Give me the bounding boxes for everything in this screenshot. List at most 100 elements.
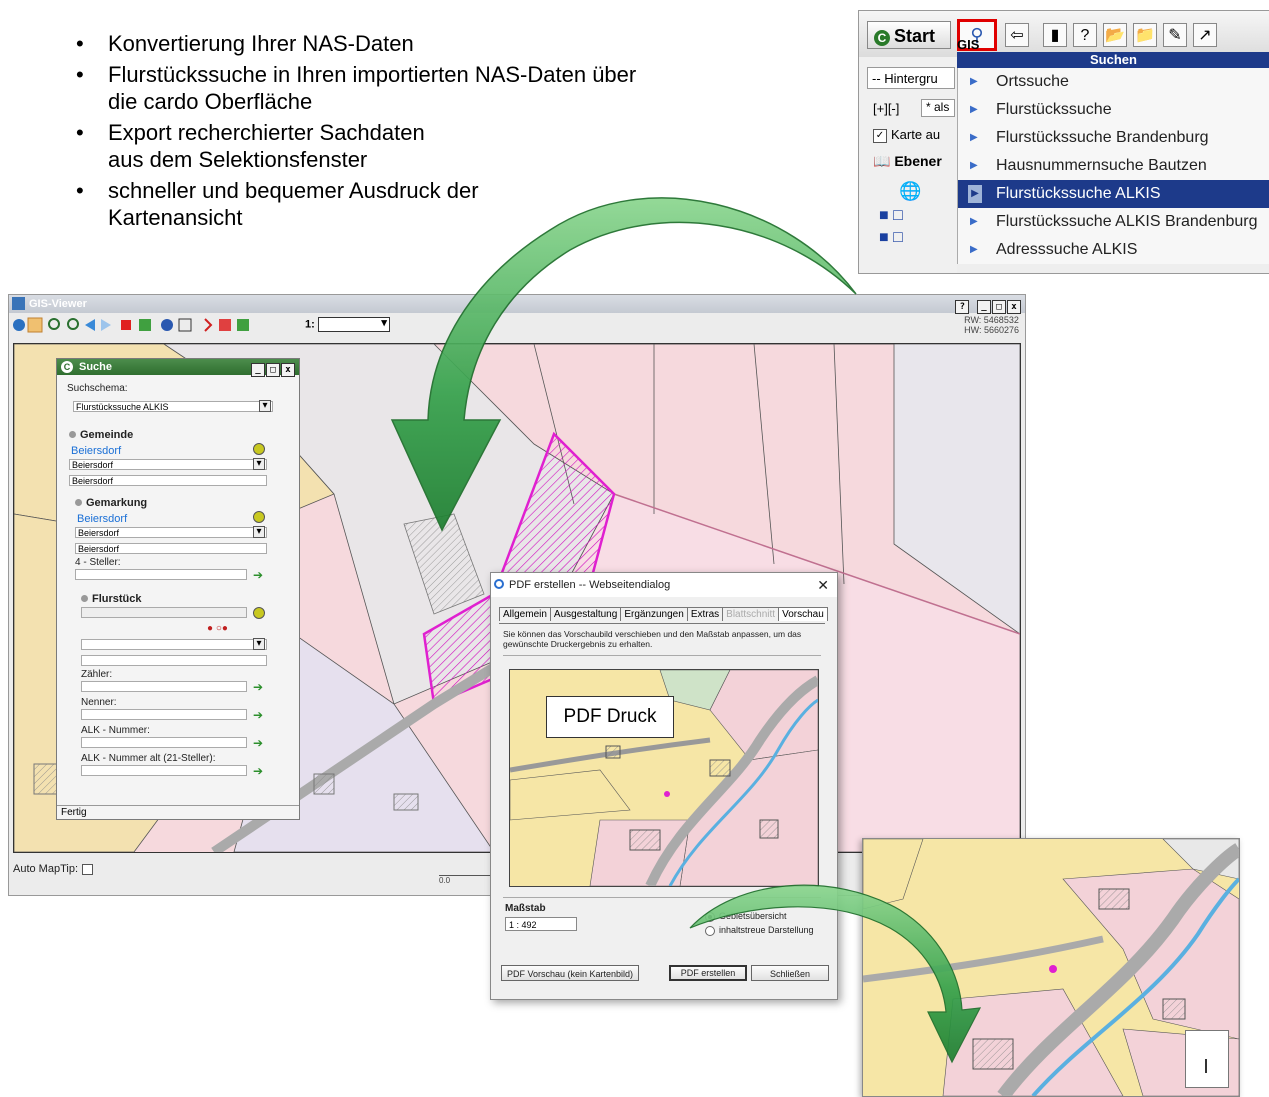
minimize-icon[interactable]: _	[977, 300, 991, 314]
gis-title-bar: GIS-Viewer ? _ □ x	[9, 295, 1025, 314]
north-arrow-icon	[1205, 1059, 1207, 1073]
alk-alt-input[interactable]	[81, 765, 247, 776]
bullet-line: Flurstückssuche in Ihren importierten NA…	[108, 62, 637, 87]
divider	[503, 655, 821, 656]
schema-label: Suchschema:	[67, 383, 128, 394]
menu-item[interactable]: Flurstückssuche ALKIS Brandenburg	[958, 208, 1269, 236]
globe-icon: 🌐	[899, 181, 922, 201]
browser-icon	[494, 579, 504, 589]
filter-field[interactable]: * als	[921, 99, 955, 117]
list-back-icon[interactable]: ⇦	[1005, 23, 1029, 47]
menu-item[interactable]: Flurstückssuche	[958, 96, 1269, 124]
maximize-icon[interactable]: □	[266, 363, 280, 377]
bullet-line: aus dem Selektionsfenster	[108, 147, 368, 172]
close-icon[interactable]: x	[1007, 300, 1021, 314]
pdf-tab[interactable]: Allgemein	[499, 607, 551, 621]
search-status: Fertig	[57, 805, 299, 819]
search-menu-list: OrtssucheFlurstückssucheFlurstückssuche …	[957, 68, 1269, 264]
pdf-tab[interactable]: Extras	[686, 607, 724, 621]
gis-toolbar: 1: RW: 5468532HW: 5660276	[9, 313, 1025, 337]
radio-dot[interactable]	[705, 911, 715, 922]
start-button[interactable]: C Start	[867, 21, 951, 49]
gemeinde-search-icon[interactable]	[253, 443, 265, 455]
menu-item[interactable]: Adresssuche ALKIS	[958, 236, 1269, 264]
gemeinde-link[interactable]: Beiersdorf	[71, 445, 121, 457]
forward-icon	[101, 319, 111, 331]
menu-item[interactable]: Flurstückssuche ALKIS	[958, 180, 1269, 208]
go-arrow-icon[interactable]: ➔	[253, 765, 265, 777]
close-button[interactable]: Schließen	[751, 965, 829, 981]
menu-item[interactable]: Hausnummernsuche Bautzen	[958, 152, 1269, 180]
pdf-tab[interactable]: Ergänzungen	[620, 607, 688, 621]
zaehler-input[interactable]	[81, 681, 247, 692]
go-arrow-icon[interactable]: ➔	[253, 737, 265, 749]
pdf-preview-button[interactable]: PDF Vorschau (kein Kartenbild)	[501, 965, 639, 981]
maptip-checkbox[interactable]	[82, 863, 94, 875]
scale-dropdown[interactable]	[317, 316, 390, 332]
app-icon	[12, 297, 25, 310]
zaehler-label: Zähler:	[81, 669, 113, 680]
close-icon[interactable]: ✕	[817, 573, 829, 597]
tool-icon[interactable]: ✎	[1163, 23, 1187, 47]
search-panel-title-bar: C Suche _ □ x	[57, 359, 299, 377]
go-arrow-icon[interactable]: ➔	[253, 709, 265, 721]
gemarkung-input[interactable]: Beiersdorf	[75, 543, 267, 554]
auto-maptip[interactable]: Auto MapTip:	[13, 863, 94, 875]
pdf-create-button[interactable]: PDF erstellen	[669, 965, 747, 981]
radio-inhaltstreue[interactable]: inhaltstreue Darstellung	[705, 925, 814, 936]
flurstueck-select[interactable]	[81, 638, 267, 650]
bullet-line: Export recherchierter Sachdaten	[108, 120, 425, 145]
gis-fragment: GIS	[957, 37, 980, 52]
gemarkung-link[interactable]: Beiersdorf	[77, 513, 127, 525]
gemarkung-select[interactable]: Beiersdorf	[75, 526, 267, 538]
divider	[503, 897, 821, 898]
nenner-input[interactable]	[81, 709, 247, 720]
pdf-tab[interactable]: Vorschau	[778, 607, 828, 621]
gemarkung-search-icon[interactable]	[253, 511, 265, 523]
toolbar-icons[interactable]	[11, 315, 311, 337]
bullet-list: Konvertierung Ihrer NAS-Daten Flurstückss…	[76, 30, 840, 235]
pdf-preview[interactable]: PDF Druck	[509, 669, 819, 887]
map-checkbox-row[interactable]: ✓ Karte au	[873, 127, 940, 143]
background-select[interactable]: -- Hintergru	[867, 67, 955, 89]
gis-title: GIS-Viewer	[29, 298, 87, 310]
door-icon[interactable]: ▮	[1043, 23, 1067, 47]
go-arrow-icon[interactable]: ➔	[253, 569, 265, 581]
flurstueck-search-icon[interactable]	[253, 607, 265, 619]
bullet-item: Export recherchierter Sachdatenaus dem S…	[76, 119, 840, 173]
scale-select[interactable]: 1:	[305, 316, 390, 332]
pdf-druck-label: PDF Druck	[546, 696, 674, 738]
gemeinde-select[interactable]: Beiersdorf	[69, 458, 267, 470]
back-icon	[85, 319, 95, 331]
flurstueck-input[interactable]	[81, 655, 267, 666]
maximize-icon[interactable]: □	[992, 300, 1006, 314]
layer-book-icon: ■ □	[879, 229, 903, 246]
gemeinde-input[interactable]: Beiersdorf	[69, 475, 267, 486]
layer-book-icon: ■ □	[879, 207, 903, 224]
steller-input[interactable]	[75, 569, 247, 580]
massstab-input[interactable]: 1 : 492	[505, 917, 577, 931]
help-icon[interactable]: ?	[1073, 23, 1097, 47]
folder-icon[interactable]: 📁	[1133, 23, 1157, 47]
tool-icons[interactable]: ● ○●	[207, 623, 228, 634]
menu-item[interactable]: Ortssuche	[958, 68, 1269, 96]
menu-item[interactable]: Flurstückssuche Brandenburg	[958, 124, 1269, 152]
info-icon	[161, 319, 173, 331]
pdf-title-bar: PDF erstellen -- Webseitendialog ✕	[491, 573, 837, 597]
radio-gebietsuebersicht[interactable]: Gebietsübersicht	[705, 911, 787, 922]
go-arrow-icon[interactable]: ➔	[253, 681, 265, 693]
globe-icon	[13, 319, 25, 331]
plus-minus-buttons[interactable]: [+][-]	[873, 101, 899, 116]
alk-input[interactable]	[81, 737, 247, 748]
radio-dot[interactable]	[705, 925, 715, 936]
nenner-label: Nenner:	[81, 697, 117, 708]
pdf-tab[interactable]: Ausgestaltung	[549, 607, 622, 621]
folder-open-icon[interactable]: 📂	[1103, 23, 1127, 47]
export-icon[interactable]: ↗	[1193, 23, 1217, 47]
schema-select[interactable]: Flurstückssuche ALKIS	[73, 400, 273, 412]
alk-label: ALK - Nummer:	[81, 725, 150, 736]
zoom-in-icon	[48, 318, 60, 330]
help-icon[interactable]: ?	[955, 300, 970, 314]
close-icon[interactable]: x	[281, 363, 295, 377]
minimize-icon[interactable]: _	[251, 363, 265, 377]
